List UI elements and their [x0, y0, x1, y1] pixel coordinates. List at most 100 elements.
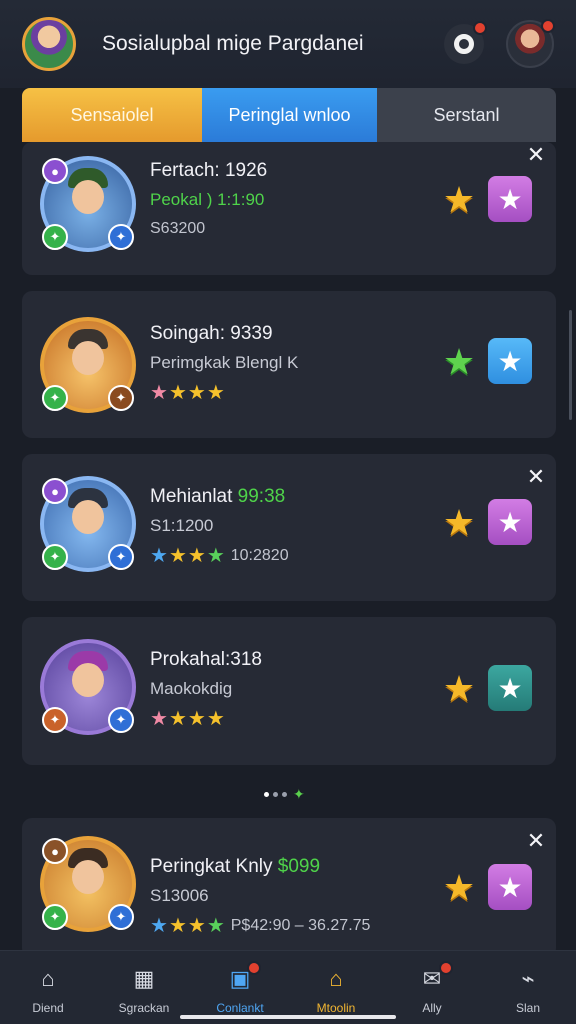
player-score: 10:2820	[230, 547, 289, 564]
plus-badge-icon: ✦	[108, 707, 134, 733]
player-score: S63200	[150, 220, 206, 237]
gold-star-icon[interactable]: ★	[440, 869, 478, 907]
star-icon: ★	[206, 708, 225, 730]
player-rank: S1:1200	[150, 516, 214, 535]
list-item[interactable]: ✦ ✦ Prokahal:318 Maokokdig ★ ★ ★ ★ ★ ★	[22, 617, 556, 765]
profile-avatar-icon[interactable]	[506, 19, 555, 68]
hero-portrait: ● ✦ ✦	[40, 836, 136, 932]
tab-bar: Sensaiolel Peringlal wnloo Serstanl	[22, 88, 556, 142]
page-dot[interactable]	[264, 792, 269, 797]
star-icon: ★	[150, 382, 168, 404]
nav-item-sgrackan[interactable]: ▦ Sgrackan	[96, 951, 192, 1024]
tab-sensaiolel[interactable]: Sensaiolel	[22, 88, 202, 142]
hero-portrait: ● ✦ ✦	[40, 156, 136, 252]
rating-stars: ★ ★ ★ ★	[150, 383, 298, 403]
leaf-icon: ✦	[293, 786, 305, 802]
player-rank: Maokokdig	[150, 679, 233, 698]
leaf-badge-icon: ✦	[42, 904, 68, 930]
nav-item-mtoolin[interactable]: ⌂ Mtoolin	[288, 951, 384, 1024]
hero-portrait: ✦ ✦	[40, 639, 136, 735]
player-name: Prokahal:318	[150, 649, 262, 670]
player-name: Mehianlat 99:38	[150, 486, 286, 507]
player-name: Peringkat Knly $099	[150, 856, 321, 877]
chest-icon: ⌂	[329, 966, 343, 991]
player-name: Fertach: 1926	[150, 160, 268, 181]
star-icon: ★	[187, 915, 206, 937]
gear-icon	[454, 34, 474, 54]
page-title: Sosialupbal mige Pargdanei	[102, 32, 364, 55]
close-icon[interactable]: ✕	[526, 830, 546, 852]
notification-dot	[247, 961, 261, 975]
list-item[interactable]: ● ✦ ✦ Mehianlat 99:38 S1:1200 ★ ★ ★ ★ 10…	[22, 454, 556, 601]
gold-star-icon[interactable]: ★	[440, 181, 478, 219]
close-icon[interactable]: ✕	[526, 466, 546, 488]
nav-item-diend[interactable]: ⌂ Diend	[0, 951, 96, 1024]
notification-dot	[541, 19, 555, 33]
notification-dot	[473, 21, 487, 35]
leaf-badge-icon: ✦	[42, 544, 68, 570]
calendar-icon: ▦	[133, 966, 155, 991]
badge-icon: ●	[42, 158, 68, 184]
star-icon: ★	[187, 708, 206, 730]
page-dot[interactable]	[282, 792, 287, 797]
signal-icon: ⌁	[521, 966, 535, 991]
hero-portrait: ● ✦ ✦	[40, 476, 136, 572]
star-icon: ★	[206, 545, 225, 567]
list-item[interactable]: ● ✦ ✦ Peringkat Knly $099 S13006 ★ ★ ★ ★…	[22, 818, 556, 958]
nav-item-slan[interactable]: ⌁ Slan	[480, 951, 576, 1024]
shield-badge-icon: ✦	[108, 385, 134, 411]
star-icon: ★	[168, 545, 187, 567]
favorite-star-button[interactable]: ★	[488, 338, 532, 384]
page-dot[interactable]	[273, 792, 278, 797]
close-icon[interactable]: ✕	[526, 144, 546, 166]
contact-icon: ▣	[225, 961, 261, 993]
star-icon: ★	[206, 915, 225, 937]
badge-icon: ●	[42, 838, 68, 864]
hero-avatar-icon[interactable]	[22, 17, 76, 71]
player-rank: S13006	[150, 886, 209, 905]
star-icon: ★	[168, 382, 187, 404]
star-icon: ★	[187, 382, 206, 404]
list-item[interactable]: ✦ ✦ Soingah: 9339 Perimgkak Blengl K ★ ★…	[22, 291, 556, 438]
star-icon: ★	[206, 382, 225, 404]
scrollbar[interactable]	[569, 310, 572, 420]
home-indicator[interactable]	[180, 1015, 396, 1019]
favorite-star-button[interactable]: ★	[488, 176, 532, 222]
mail-icon: ✉	[417, 961, 453, 993]
star-icon: ★	[150, 915, 168, 937]
nav-item-conlankt[interactable]: ▣ Conlankt	[192, 951, 288, 1024]
favorite-star-button[interactable]: ★	[488, 864, 532, 910]
favorite-star-button[interactable]: ★	[488, 665, 532, 711]
bottom-nav: ⌂ Diend ▦ Sgrackan ▣ Conlankt ⌂ Mtoolin …	[0, 950, 576, 1024]
rating-stars: ★ ★ ★ ★ P$42:90 – 36.27.75	[150, 916, 370, 936]
nav-item-ally[interactable]: ✉ Ally	[384, 951, 480, 1024]
rating-stars: ★ ★ ★ ★	[150, 709, 262, 729]
star-icon: ★	[150, 545, 168, 567]
page-indicator[interactable]: ✦	[264, 786, 305, 803]
star-icon: ★	[187, 545, 206, 567]
player-name: Soingah: 9339	[150, 323, 273, 344]
plus-badge-icon: ✦	[108, 544, 134, 570]
app-header: Sosialupbal mige Pargdanei	[0, 0, 576, 88]
player-rank: Perimgkak Blengl K	[150, 353, 299, 372]
star-icon: ★	[168, 708, 187, 730]
settings-button[interactable]	[444, 21, 487, 64]
gold-star-icon[interactable]: ★	[440, 504, 478, 542]
green-star-icon[interactable]: ★	[440, 343, 478, 381]
plus-badge-icon: ✦	[108, 904, 134, 930]
player-rank: Peokal ) 1:1:90	[150, 190, 265, 209]
notification-dot	[439, 961, 453, 975]
favorite-star-button[interactable]: ★	[488, 499, 532, 545]
leaf-badge-icon: ✦	[42, 385, 68, 411]
plus-badge-icon: ✦	[108, 224, 134, 250]
star-icon: ★	[168, 915, 187, 937]
tab-serstanl[interactable]: Serstanl	[377, 88, 556, 142]
gold-star-icon[interactable]: ★	[440, 670, 478, 708]
tab-peringlal-wnloo[interactable]: Peringlal wnloo	[202, 88, 377, 142]
home-icon: ⌂	[41, 966, 55, 991]
crest-badge-icon: ✦	[42, 707, 68, 733]
list-item[interactable]: ● ✦ ✦ Fertach: 1926 Peokal ) 1:1:90 S632…	[22, 142, 556, 275]
leaf-badge-icon: ✦	[42, 224, 68, 250]
badge-icon: ●	[42, 478, 68, 504]
star-icon: ★	[150, 708, 168, 730]
